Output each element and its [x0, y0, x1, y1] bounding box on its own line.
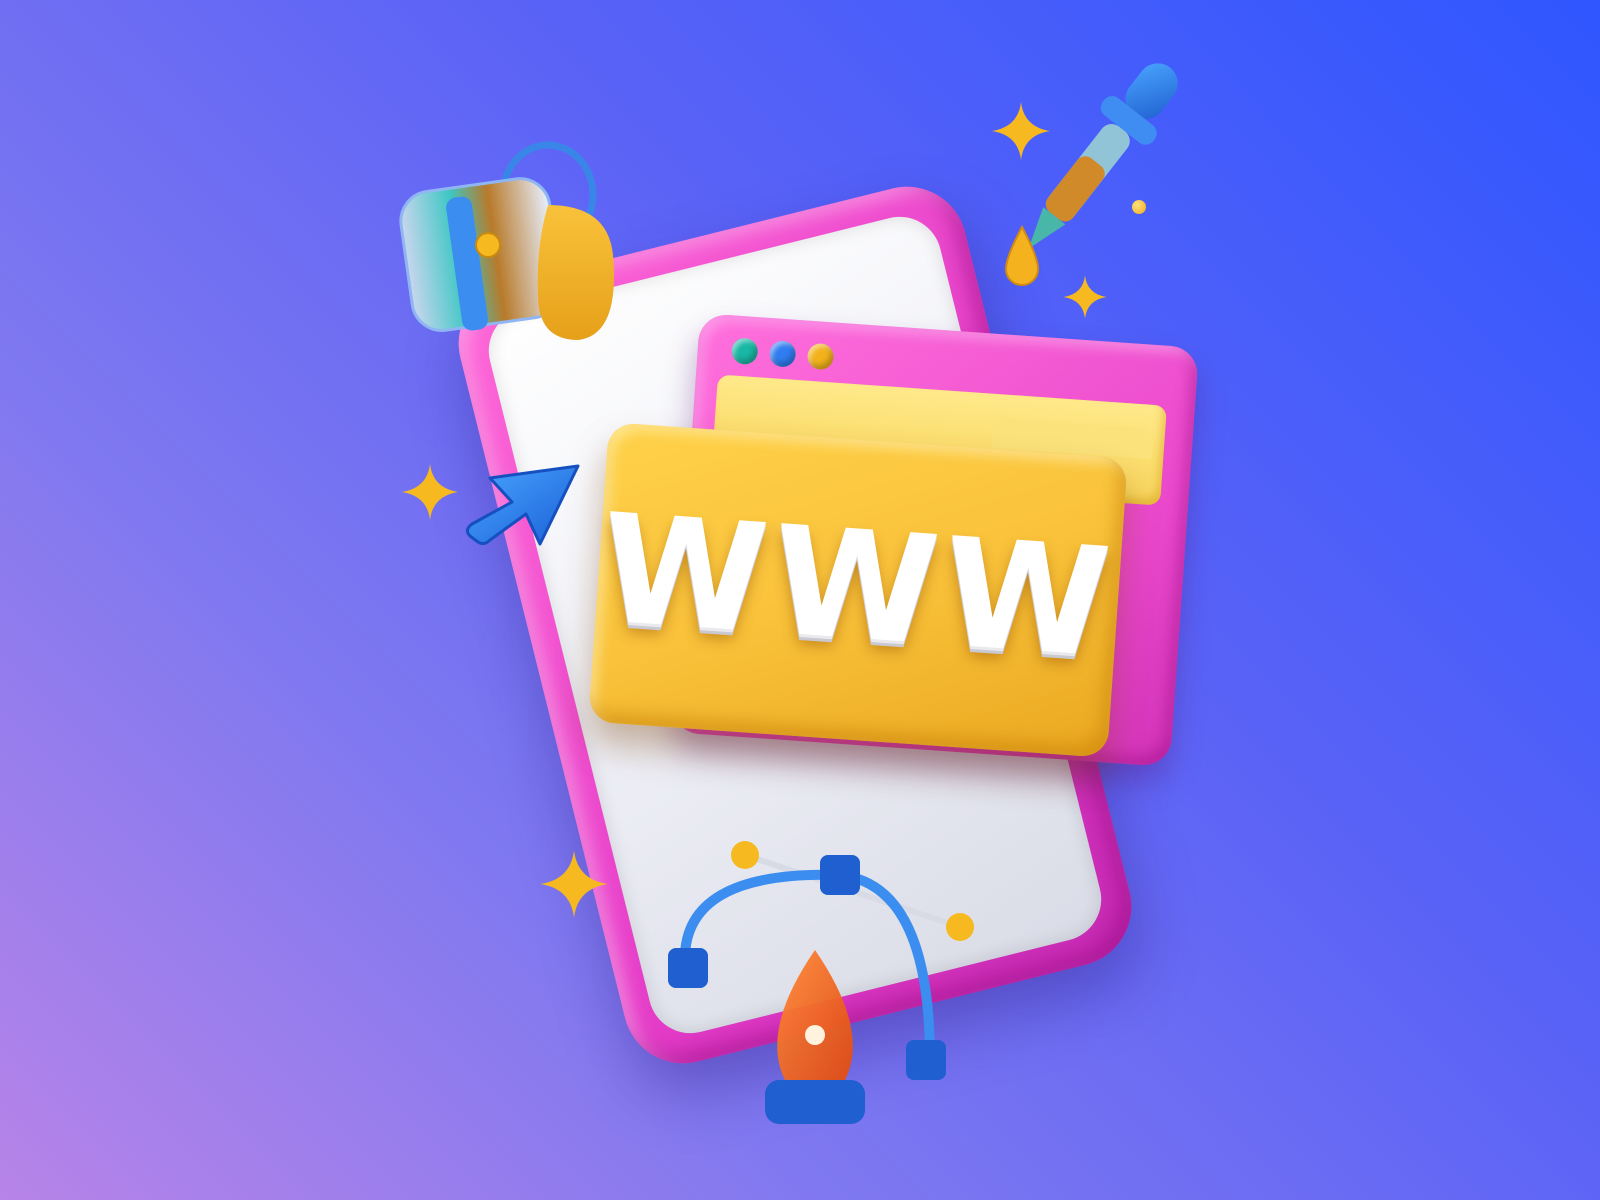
paint-droplet — [1132, 200, 1146, 214]
window-dot-blue — [768, 340, 797, 368]
window-dot-orange — [806, 342, 835, 371]
sparkle-icon — [1063, 275, 1107, 319]
cursor-arrow-icon — [465, 464, 580, 546]
sparkle-icon — [401, 463, 459, 521]
folder-front: WWW — [588, 422, 1128, 758]
paint-bucket-icon — [399, 141, 614, 340]
pen-tool-icon — [668, 841, 974, 1124]
window-dot-green — [730, 337, 759, 366]
www-label: WWW — [595, 482, 1121, 692]
paint-drop — [1004, 225, 1040, 286]
web-design-illustration: WWW — [0, 0, 1600, 1200]
sparkle-icon — [540, 850, 608, 918]
sparkle-icon — [992, 102, 1050, 160]
